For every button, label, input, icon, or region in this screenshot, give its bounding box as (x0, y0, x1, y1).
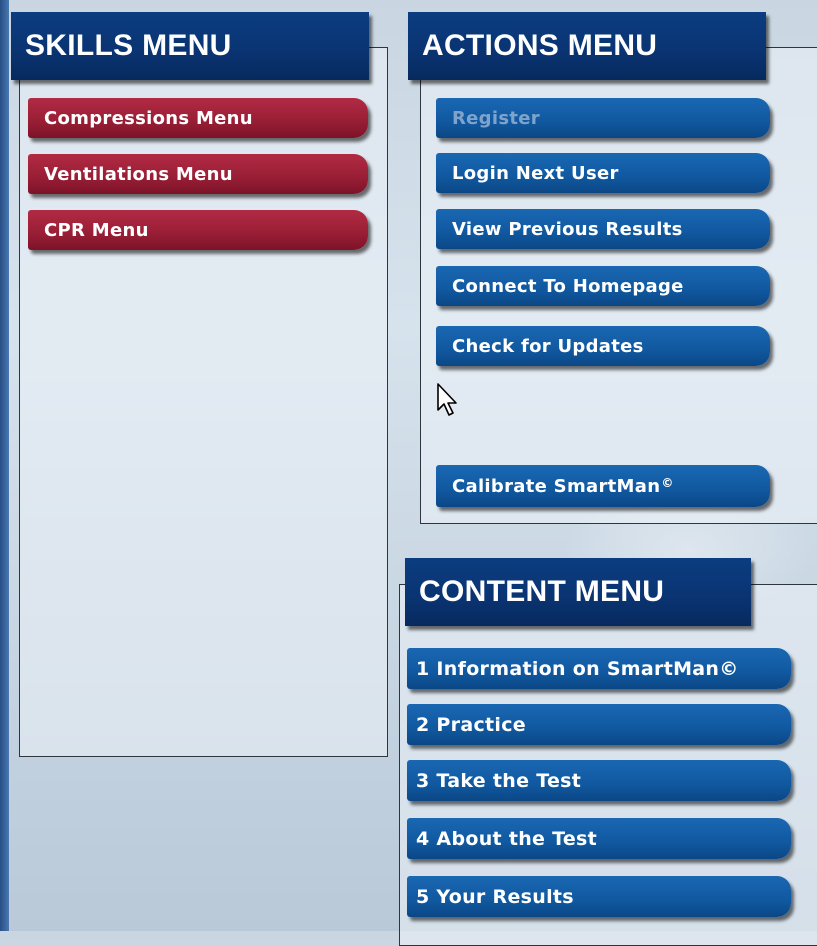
skills-menu-title: SKILLS MENU (11, 12, 369, 80)
calibrate-smartman-button[interactable]: Calibrate SmartMan © (436, 465, 770, 507)
content-item-your-results[interactable]: 5 Your Results (407, 876, 791, 917)
window-left-edge (0, 0, 9, 931)
calibrate-label: Calibrate SmartMan (452, 475, 661, 497)
login-next-user-button[interactable]: Login Next User (436, 153, 770, 193)
ventilations-menu-button[interactable]: Ventilations Menu (28, 154, 368, 194)
content-item-about-test[interactable]: 4 About the Test (407, 818, 791, 859)
actions-menu-title: ACTIONS MENU (408, 12, 766, 80)
content-item-information[interactable]: 1 Information on SmartMan© (407, 648, 791, 689)
register-button[interactable]: Register (436, 98, 770, 138)
view-previous-results-button[interactable]: View Previous Results (436, 209, 770, 249)
connect-to-homepage-button[interactable]: Connect To Homepage (436, 266, 770, 306)
content-menu-title: CONTENT MENU (405, 558, 751, 626)
mouse-cursor-icon (437, 383, 457, 416)
copyright-mark: © (661, 476, 674, 490)
content-item-take-test[interactable]: 3 Take the Test (407, 760, 791, 801)
cpr-menu-button[interactable]: CPR Menu (28, 210, 368, 250)
compressions-menu-button[interactable]: Compressions Menu (28, 98, 368, 138)
check-for-updates-button[interactable]: Check for Updates (436, 326, 770, 366)
content-item-practice[interactable]: 2 Practice (407, 704, 791, 745)
